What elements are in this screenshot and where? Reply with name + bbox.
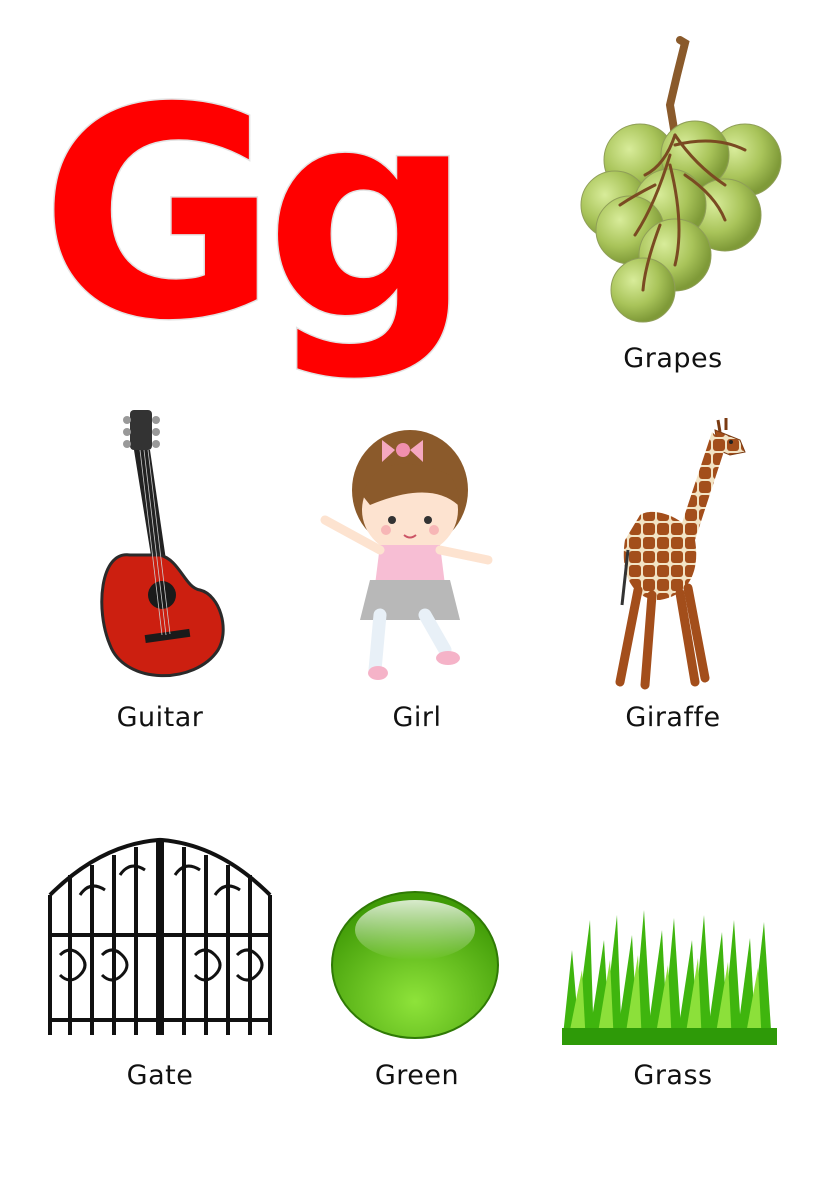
girl-icon [320,425,495,685]
guitar-icon [100,410,230,680]
grapes-icon [575,35,790,330]
grass-icon [562,910,777,1045]
lowercase-letter: g [265,47,473,384]
uppercase-letter: G [40,47,278,384]
label-grass: Grass [633,1060,713,1091]
label-gate: Gate [126,1060,194,1091]
green-circle-icon [330,890,500,1040]
letter-heading: G g [39,46,475,400]
label-guitar: Guitar [116,702,204,733]
label-giraffe: Giraffe [625,702,721,733]
label-girl: Girl [392,702,442,733]
label-grapes: Grapes [623,343,723,374]
label-green: Green [374,1060,460,1091]
giraffe-icon [600,410,750,695]
gate-icon [40,835,280,1040]
